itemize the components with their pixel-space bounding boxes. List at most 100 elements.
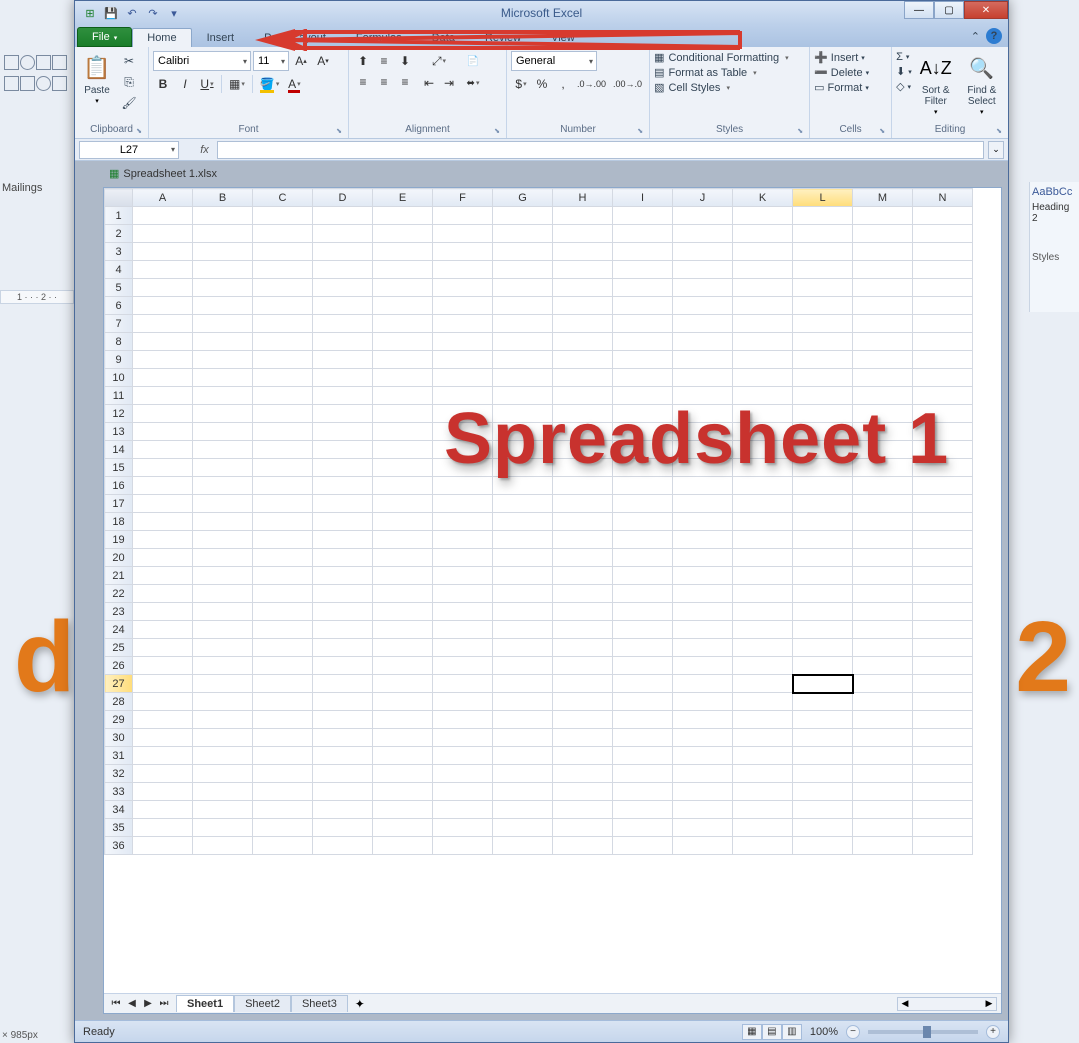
cell[interactable] — [913, 495, 973, 513]
cell[interactable] — [913, 297, 973, 315]
cell[interactable] — [673, 585, 733, 603]
cell[interactable] — [853, 549, 913, 567]
cell[interactable] — [793, 567, 853, 585]
fill-button[interactable]: ⬇▾ — [896, 65, 912, 78]
tab-file[interactable]: File — [77, 27, 132, 47]
cell[interactable] — [193, 531, 253, 549]
align-middle-icon[interactable]: ≡ — [374, 51, 394, 71]
cell[interactable] — [553, 513, 613, 531]
cell[interactable] — [433, 639, 493, 657]
cell[interactable] — [793, 639, 853, 657]
cell[interactable] — [313, 693, 373, 711]
cell[interactable] — [433, 279, 493, 297]
cell[interactable] — [793, 279, 853, 297]
row-header[interactable]: 7 — [105, 315, 133, 333]
cell[interactable] — [193, 333, 253, 351]
cell[interactable] — [553, 729, 613, 747]
cell[interactable] — [673, 225, 733, 243]
delete-cells-button[interactable]: ➖Delete▾ — [814, 66, 869, 79]
cell[interactable] — [793, 369, 853, 387]
cell[interactable] — [493, 351, 553, 369]
expand-formula-bar-icon[interactable]: ⌄ — [988, 141, 1004, 159]
cell[interactable] — [673, 837, 733, 855]
cell[interactable] — [493, 477, 553, 495]
cell[interactable] — [553, 693, 613, 711]
cell[interactable] — [913, 369, 973, 387]
merge-center-button[interactable]: ⬌ — [463, 73, 483, 93]
cell[interactable] — [793, 423, 853, 441]
cell[interactable] — [373, 315, 433, 333]
border-icon[interactable]: ▦ — [226, 74, 248, 94]
cell[interactable] — [433, 405, 493, 423]
cell[interactable] — [493, 585, 553, 603]
cell[interactable] — [373, 729, 433, 747]
cell[interactable] — [853, 459, 913, 477]
cell[interactable] — [913, 639, 973, 657]
cell[interactable] — [673, 621, 733, 639]
cell[interactable] — [853, 279, 913, 297]
tab-home[interactable]: Home — [132, 28, 191, 47]
cell[interactable] — [553, 621, 613, 639]
cell[interactable] — [253, 513, 313, 531]
cell[interactable] — [733, 531, 793, 549]
cell[interactable] — [613, 477, 673, 495]
cell[interactable] — [553, 243, 613, 261]
cell[interactable] — [493, 567, 553, 585]
fx-icon[interactable]: fx — [196, 144, 213, 156]
cell[interactable] — [373, 207, 433, 225]
cell[interactable] — [913, 603, 973, 621]
cell[interactable] — [493, 675, 553, 693]
cell[interactable] — [313, 225, 373, 243]
row-header[interactable]: 11 — [105, 387, 133, 405]
select-all-corner[interactable] — [105, 189, 133, 207]
cell[interactable] — [313, 297, 373, 315]
cell[interactable] — [193, 585, 253, 603]
cell[interactable] — [313, 729, 373, 747]
cell[interactable] — [433, 585, 493, 603]
autosum-button[interactable]: Σ▾ — [896, 51, 912, 63]
cell[interactable] — [193, 747, 253, 765]
row-header[interactable]: 20 — [105, 549, 133, 567]
cell[interactable] — [613, 261, 673, 279]
column-header[interactable]: L — [793, 189, 853, 207]
cell[interactable] — [433, 243, 493, 261]
cell[interactable] — [373, 747, 433, 765]
cell[interactable] — [613, 243, 673, 261]
cell[interactable] — [313, 261, 373, 279]
cell[interactable] — [493, 207, 553, 225]
cell[interactable] — [193, 495, 253, 513]
cell[interactable] — [313, 423, 373, 441]
minimize-button[interactable]: — — [904, 1, 934, 19]
cell[interactable] — [613, 279, 673, 297]
cell[interactable] — [133, 783, 193, 801]
cell[interactable] — [433, 369, 493, 387]
cell[interactable] — [133, 369, 193, 387]
cell[interactable] — [733, 243, 793, 261]
cell[interactable] — [613, 729, 673, 747]
cell[interactable] — [913, 585, 973, 603]
cell[interactable] — [253, 225, 313, 243]
cell[interactable] — [493, 693, 553, 711]
tab-formulas[interactable]: Formulas — [341, 28, 417, 47]
cell[interactable] — [493, 801, 553, 819]
column-header[interactable]: N — [913, 189, 973, 207]
cell[interactable] — [553, 747, 613, 765]
cell[interactable] — [913, 549, 973, 567]
cell[interactable] — [913, 513, 973, 531]
decrease-indent-icon[interactable]: ⇤ — [419, 73, 439, 93]
cell[interactable] — [493, 639, 553, 657]
cell[interactable] — [493, 261, 553, 279]
cell[interactable] — [373, 423, 433, 441]
cell[interactable] — [253, 693, 313, 711]
cell[interactable] — [733, 639, 793, 657]
column-header[interactable]: C — [253, 189, 313, 207]
cell[interactable] — [793, 675, 853, 693]
cell[interactable] — [373, 531, 433, 549]
column-header[interactable]: I — [613, 189, 673, 207]
cell[interactable] — [133, 423, 193, 441]
cell[interactable] — [793, 585, 853, 603]
cell[interactable] — [253, 747, 313, 765]
cell[interactable] — [733, 315, 793, 333]
cell[interactable] — [193, 513, 253, 531]
cell[interactable] — [673, 567, 733, 585]
